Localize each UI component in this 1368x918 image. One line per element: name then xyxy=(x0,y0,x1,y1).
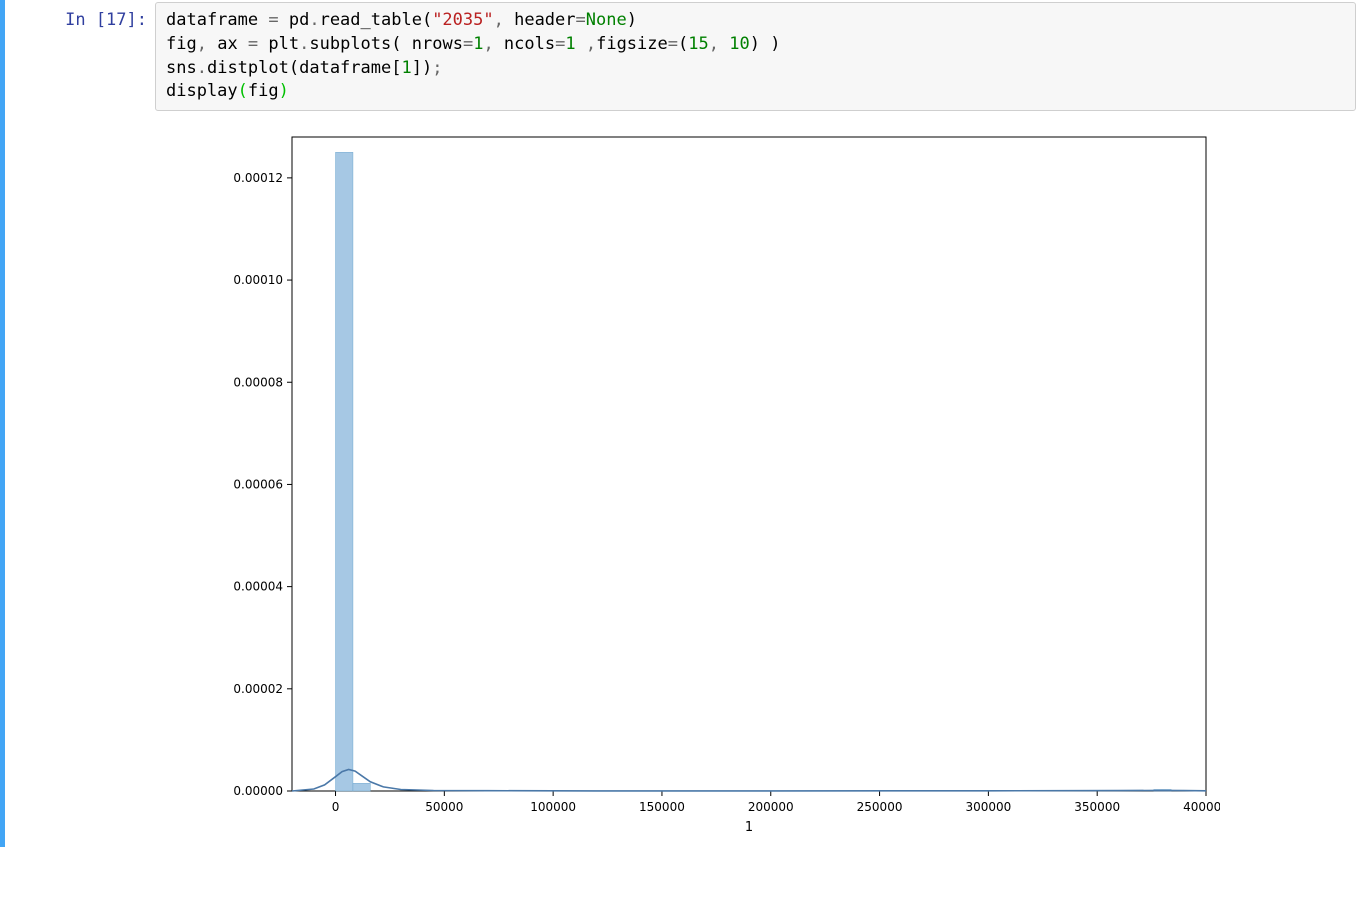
chart-figure: 0.00000 0.00002 0.00004 0.00006 0.00008 0.000… xyxy=(210,123,1220,843)
svg-text:0.00010: 0.00010 xyxy=(233,273,283,287)
svg-text:250000: 250000 xyxy=(857,800,903,814)
svg-text:0.00006: 0.00006 xyxy=(233,478,283,492)
svg-text:300000: 300000 xyxy=(965,800,1011,814)
svg-text:400000: 400000 xyxy=(1183,800,1220,814)
svg-text:0: 0 xyxy=(332,800,340,814)
code-cell[interactable]: In [17]: dataframe = pd.read_table("2035… xyxy=(0,0,1368,847)
svg-text:50000: 50000 xyxy=(425,800,463,814)
input-prompt-column: In [17]: xyxy=(5,2,155,843)
svg-text:350000: 350000 xyxy=(1074,800,1120,814)
svg-text:0.00008: 0.00008 xyxy=(233,375,283,389)
svg-text:0.00000: 0.00000 xyxy=(233,784,283,798)
distplot-svg: 0.00000 0.00002 0.00004 0.00006 0.00008 0.000… xyxy=(210,123,1220,843)
svg-text:100000: 100000 xyxy=(530,800,576,814)
svg-text:1: 1 xyxy=(745,820,753,835)
input-prompt: In [17]: xyxy=(65,10,147,30)
svg-text:0.00004: 0.00004 xyxy=(233,580,283,594)
svg-text:150000: 150000 xyxy=(639,800,685,814)
code-input[interactable]: dataframe = pd.read_table("2035", header… xyxy=(155,2,1356,111)
output-area: 0.00000 0.00002 0.00004 0.00006 0.00008 0.000… xyxy=(155,123,1356,843)
notebook: In [17]: dataframe = pd.read_table("2035… xyxy=(0,0,1368,918)
svg-text:200000: 200000 xyxy=(748,800,794,814)
cell-content-column: dataframe = pd.read_table("2035", header… xyxy=(155,2,1368,843)
svg-text:0.00002: 0.00002 xyxy=(233,682,283,696)
svg-text:0.00012: 0.00012 xyxy=(233,171,283,185)
